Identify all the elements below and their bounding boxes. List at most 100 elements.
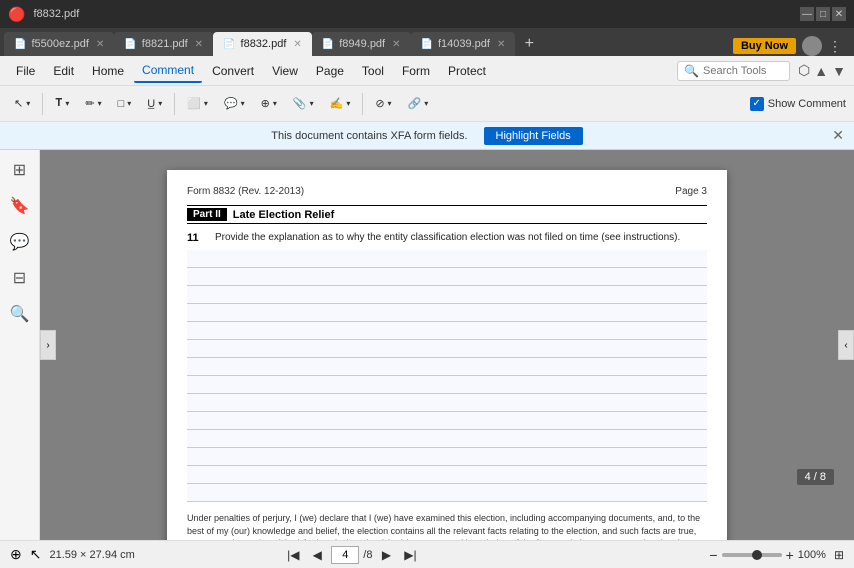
tab-close-btn[interactable]: ✕: [195, 39, 203, 50]
shapes-btn[interactable]: □ ▾: [112, 96, 138, 112]
callout-btn[interactable]: 💬 ▾: [218, 95, 251, 112]
tab-close-btn[interactable]: ✕: [392, 39, 400, 50]
tab-f5500ez[interactable]: 📄 f5500ez.pdf ✕: [4, 32, 114, 56]
buy-now-button[interactable]: Buy Now: [733, 38, 796, 54]
text-line[interactable]: [187, 448, 707, 466]
cursor-mode-icon[interactable]: ⊕: [10, 546, 22, 563]
menu-form[interactable]: Form: [394, 60, 438, 82]
next-page-button[interactable]: ▶: [376, 545, 396, 565]
tab-label: f8832.pdf: [241, 38, 287, 50]
erase-icon: ⊘: [375, 97, 384, 110]
tab-icon: 📄: [223, 39, 235, 50]
right-panel-collapse-button[interactable]: ‹: [838, 330, 854, 360]
pdf-form-header: Form 8832 (Rev. 12-2013) Page 3: [187, 186, 707, 197]
dropdown-icon: ▾: [388, 99, 392, 108]
menu-protect[interactable]: Protect: [440, 60, 494, 82]
question-text: Provide the explanation as to why the en…: [215, 232, 707, 244]
text-line[interactable]: [187, 340, 707, 358]
menu-view[interactable]: View: [264, 60, 306, 82]
last-page-button[interactable]: ▶|: [400, 545, 420, 565]
menu-comment[interactable]: Comment: [134, 59, 202, 83]
zoom-out-button[interactable]: −: [709, 547, 717, 563]
zoom-slider[interactable]: [722, 553, 782, 557]
tab-icon: 📄: [14, 39, 26, 50]
tab-close-btn[interactable]: ✕: [96, 39, 104, 50]
comments-panel-icon[interactable]: 💬: [8, 230, 32, 254]
tab-close-btn[interactable]: ✕: [497, 39, 505, 50]
tab-bar: 📄 f5500ez.pdf ✕ 📄 f8821.pdf ✕ 📄 f8832.pd…: [0, 28, 854, 56]
show-comment-area: ✓ Show Comment: [750, 97, 846, 111]
text-line[interactable]: [187, 268, 707, 286]
link-btn[interactable]: 🔗 ▾: [402, 95, 435, 112]
show-comment-checkbox[interactable]: ✓: [750, 97, 764, 111]
tab-label: f8821.pdf: [142, 38, 188, 50]
part-header: Part II Late Election Relief: [187, 205, 707, 224]
text-line[interactable]: [187, 304, 707, 322]
dropdown-icon: ▾: [424, 99, 428, 108]
add-tab-button[interactable]: +: [517, 32, 541, 56]
highlight-fields-button[interactable]: Highlight Fields: [484, 127, 583, 145]
tab-f8821[interactable]: 📄 f8821.pdf ✕: [114, 32, 213, 56]
signature-btn[interactable]: ✍ ▾: [324, 95, 357, 112]
page-number-input[interactable]: [331, 546, 359, 564]
highlight-btn[interactable]: ✏ ▾: [79, 95, 107, 112]
tab-f14039[interactable]: 📄 f14039.pdf ✕: [411, 32, 516, 56]
pages-panel-icon[interactable]: ⊞: [8, 158, 32, 182]
erase-btn[interactable]: ⊘ ▾: [369, 95, 397, 112]
menu-convert[interactable]: Convert: [204, 60, 262, 82]
arrow-up-icon: ▲: [814, 63, 828, 79]
text-line[interactable]: [187, 376, 707, 394]
left-sidebar: ⊞ 🔖 💬 ⊟ 🔍: [0, 150, 40, 540]
zoom-in-button[interactable]: +: [786, 547, 794, 563]
stamp-btn[interactable]: ⊕ ▾: [255, 95, 283, 112]
text-line[interactable]: [187, 430, 707, 448]
menu-home[interactable]: Home: [84, 60, 132, 82]
toolbar-separator: [174, 93, 175, 115]
prev-page-button[interactable]: ◀: [307, 545, 327, 565]
search-panel-icon[interactable]: 🔍: [8, 302, 32, 326]
dropdown-icon: ▾: [204, 99, 208, 108]
tab-f8949[interactable]: 📄 f8949.pdf ✕: [312, 32, 411, 56]
menu-file[interactable]: File: [8, 60, 43, 82]
text-line[interactable]: [187, 484, 707, 502]
text-line[interactable]: [187, 394, 707, 412]
dropdown-icon: ▾: [273, 99, 277, 108]
select-mode-icon[interactable]: ↖: [30, 546, 42, 563]
cursor-tool-btn[interactable]: ↖ ▾: [8, 95, 36, 112]
menu-edit[interactable]: Edit: [45, 60, 82, 82]
question-11-row: 11 Provide the explanation as to why the…: [187, 232, 707, 244]
attach-icon: 📎: [293, 97, 307, 110]
search-input[interactable]: [703, 65, 783, 77]
menu-tool[interactable]: Tool: [354, 60, 392, 82]
menu-page[interactable]: Page: [308, 60, 352, 82]
text-select-btn[interactable]: 𝐓 ▾: [49, 95, 75, 112]
xfa-banner: This document contains XFA form fields. …: [0, 122, 854, 150]
callout-icon: 💬: [224, 97, 238, 110]
first-page-button[interactable]: |◀: [283, 545, 303, 565]
fit-page-button[interactable]: ⊞: [834, 548, 844, 562]
maximize-button[interactable]: □: [816, 7, 830, 21]
text-line[interactable]: [187, 466, 707, 484]
tab-f8832[interactable]: 📄 f8832.pdf ✕: [213, 32, 312, 56]
left-panel-collapse-button[interactable]: ›: [40, 330, 56, 360]
text-line[interactable]: [187, 286, 707, 304]
cursor-icon: ↖: [14, 97, 23, 110]
question-number: 11: [187, 232, 207, 244]
minimize-button[interactable]: —: [800, 7, 814, 21]
bookmarks-panel-icon[interactable]: 🔖: [8, 194, 32, 218]
xfa-close-button[interactable]: ✕: [832, 127, 844, 144]
tab-close-btn[interactable]: ✕: [293, 39, 301, 50]
attach-btn[interactable]: 📎 ▾: [287, 95, 320, 112]
text-line[interactable]: [187, 412, 707, 430]
text-line[interactable]: [187, 358, 707, 376]
more-menu-button[interactable]: ⋮: [828, 38, 842, 55]
stamp-icon: ⊕: [261, 97, 270, 110]
bottom-bar: ⊕ ↖ 21.59 × 27.94 cm |◀ ◀ /8 ▶ ▶| − + 10…: [0, 540, 854, 568]
text-line[interactable]: [187, 250, 707, 268]
text-line[interactable]: [187, 322, 707, 340]
text-box-btn[interactable]: ⬜ ▾: [181, 95, 214, 112]
tab-icon: 📄: [124, 39, 136, 50]
underline-btn[interactable]: U̲ ▾: [141, 96, 168, 112]
layers-panel-icon[interactable]: ⊟: [8, 266, 32, 290]
close-button[interactable]: ✕: [832, 7, 846, 21]
